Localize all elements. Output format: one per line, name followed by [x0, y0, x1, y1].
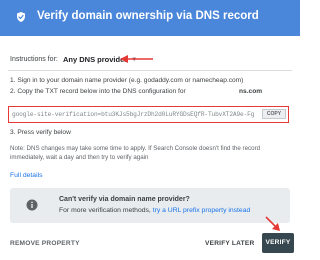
txt-record-value[interactable]: google-site-verification=btu3KJs5bgJrzDh…: [12, 111, 254, 118]
info-icon: [26, 199, 38, 211]
info-card-text: For more verification methods, try a URL…: [59, 207, 250, 214]
red-arrow-icon: [120, 55, 153, 63]
dns-note: Note: DNS changes may take some time to …: [10, 145, 261, 161]
info-card-prefix: For more verification methods,: [59, 207, 153, 214]
step-3-text: 3. Press verify below: [10, 129, 71, 136]
dialog-header: Verify domain ownership via DNS record: [0, 0, 300, 36]
step-2-text: 2. Copy the TXT record below into the DN…: [10, 88, 186, 95]
verify-button[interactable]: VERIFY: [262, 233, 294, 253]
remove-property-button[interactable]: REMOVE PROPERTY: [10, 240, 80, 247]
dialog-title: Verify domain ownership via DNS record: [37, 10, 259, 22]
domain-suffix: ns.com: [239, 88, 263, 95]
shield-check-icon: [17, 12, 25, 22]
verify-later-button[interactable]: VERIFY LATER: [205, 240, 254, 247]
info-card-title: Can't verify via domain name provider?: [59, 196, 190, 203]
instructions-label: Instructions for:: [10, 56, 58, 63]
red-arrow-icon: [265, 216, 280, 231]
copy-button[interactable]: COPY: [262, 109, 286, 119]
divider: [8, 70, 292, 71]
step-1-text: 1. Sign in to your domain name provider …: [10, 77, 244, 84]
full-details-link[interactable]: Full details: [10, 172, 43, 179]
info-card: Can't verify via domain name provider? F…: [10, 188, 290, 223]
dns-provider-value: Any DNS provider: [63, 55, 128, 64]
txt-record-field[interactable]: google-site-verification=btu3KJs5bgJrzDh…: [8, 106, 289, 123]
url-prefix-link[interactable]: try a URL prefix property instead: [153, 207, 251, 214]
redacted-domain: [198, 88, 238, 95]
